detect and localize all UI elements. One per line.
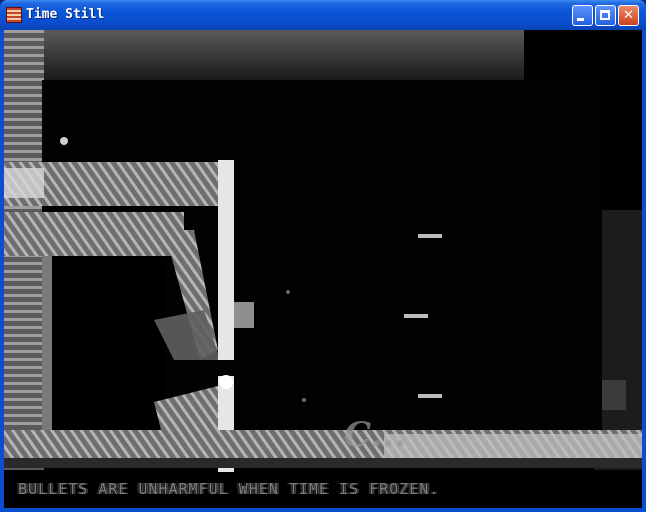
close-icon: ✕ [623, 8, 634, 23]
bullet [404, 314, 428, 318]
game-hint-text: BULLETS ARE UNHARMFUL WHEN TIME IS FROZE… [18, 480, 440, 498]
wall-nub [234, 302, 254, 328]
app-icon[interactable] [6, 7, 22, 23]
maximize-button[interactable] [595, 5, 616, 26]
minimize-button[interactable] [572, 5, 593, 26]
floor-bottom-edge [4, 458, 642, 468]
bullet [418, 234, 442, 238]
debris [286, 290, 290, 294]
floor-bottom-glow [384, 434, 642, 458]
title-bar[interactable]: Time Still ✕ [0, 0, 646, 30]
ledge-middle [4, 212, 184, 256]
game-scene [4, 30, 642, 472]
maximize-icon [600, 10, 610, 20]
bullet [418, 394, 442, 398]
watermark-logo: C... [344, 415, 406, 455]
minimize-icon [577, 18, 584, 21]
game-canvas[interactable]: C... BULLETS ARE UNHARMFUL WHEN TIME IS … [4, 30, 642, 508]
window-title: Time Still [26, 7, 105, 22]
wall-vertical-upper [218, 160, 234, 360]
debris [60, 137, 68, 145]
wall-top-band [4, 30, 524, 80]
close-button[interactable]: ✕ [618, 5, 639, 26]
player [219, 375, 233, 389]
inner-box-left [42, 256, 52, 436]
debris [302, 398, 306, 402]
ledge-upper-highlight [4, 168, 44, 198]
game-window: Time Still ✕ C... BULLETS ARE UNHARMFUL … [0, 0, 646, 512]
inner-box-hole [52, 258, 164, 436]
